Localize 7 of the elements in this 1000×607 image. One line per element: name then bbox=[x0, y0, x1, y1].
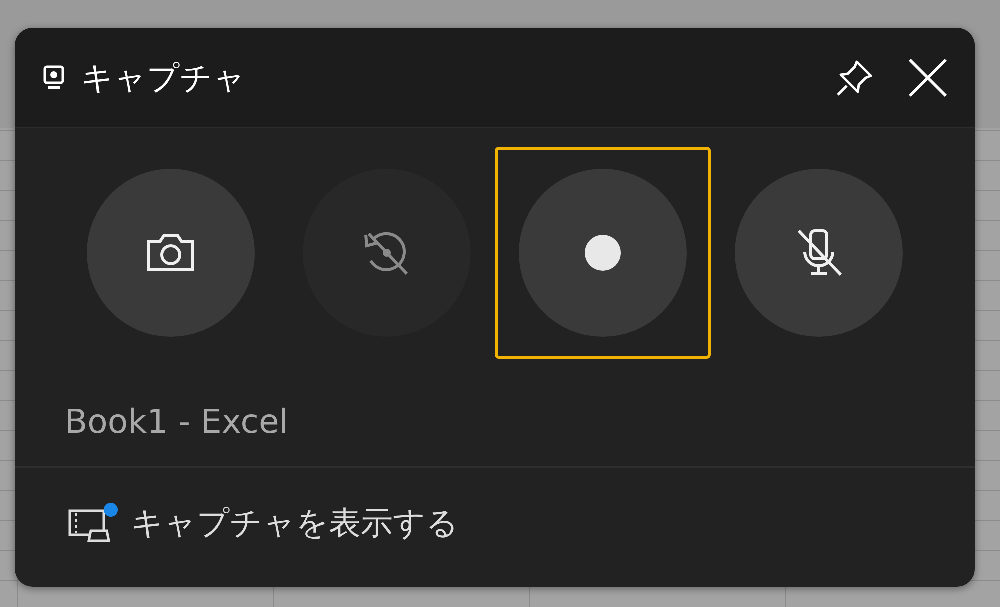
app-name: Book1 - Excel bbox=[15, 378, 975, 468]
show-captures-link[interactable]: キャプチャを表示する bbox=[67, 499, 459, 547]
widget-title: キャプチャ bbox=[81, 58, 246, 98]
camera-icon bbox=[146, 233, 196, 273]
record-button[interactable] bbox=[495, 147, 711, 359]
record-icon bbox=[584, 234, 622, 272]
webcam-icon bbox=[43, 64, 65, 90]
